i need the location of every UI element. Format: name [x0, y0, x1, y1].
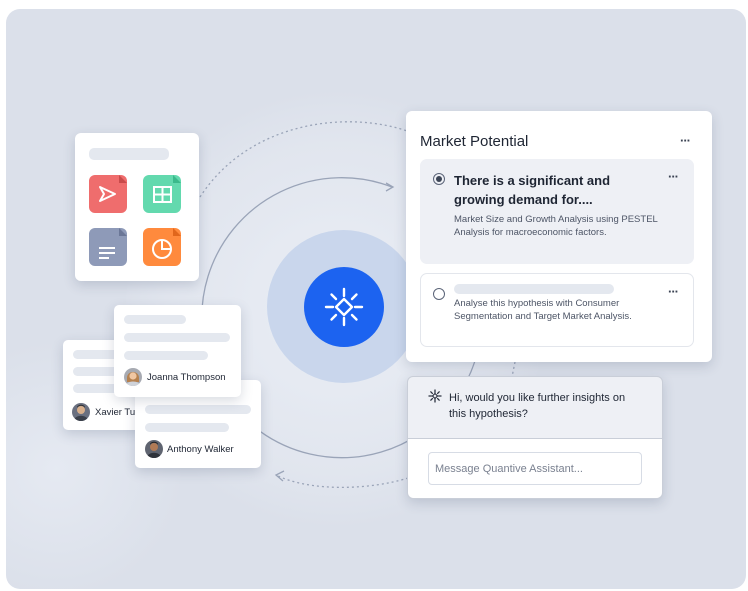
spreadsheet-file-icon[interactable] [143, 175, 181, 213]
sparkle-icon [428, 389, 442, 408]
document-file-icon[interactable] [89, 228, 127, 266]
text-placeholder [145, 423, 229, 432]
quantive-logo-icon [324, 287, 364, 327]
more-horizontal-icon[interactable]: ··· [668, 285, 679, 298]
avatar [72, 403, 90, 421]
text-placeholder [124, 351, 208, 360]
person-card-joanna[interactable]: Joanna Thompson [114, 305, 241, 397]
text-placeholder [124, 315, 186, 324]
person-name: Anthony Walker [167, 444, 234, 455]
assistant-message: Hi, would you like further insights on t… [449, 392, 626, 420]
person-name: Joanna Thompson [147, 372, 226, 383]
assistant-chat-panel: Hi, would you like further insights on t… [407, 376, 663, 499]
hypothesis-title-placeholder [454, 284, 614, 294]
files-card [75, 133, 199, 281]
avatar [145, 440, 163, 458]
chart-file-icon[interactable] [143, 228, 181, 266]
hypothesis-title: There is a significant and growing deman… [454, 173, 611, 207]
message-input[interactable] [428, 452, 642, 485]
avatar [124, 368, 142, 386]
market-potential-panel: Market Potential ··· There is a signific… [406, 111, 712, 362]
hypothesis-description: Analyse this hypothesis with Consumer Se… [454, 298, 632, 322]
hypothesis-option-2[interactable]: ··· Analyse this hypothesis with Consume… [420, 273, 694, 347]
hypothesis-option-1[interactable]: There is a significant and growing deman… [420, 159, 694, 264]
quantive-logo [304, 267, 384, 347]
text-placeholder [145, 405, 251, 414]
more-horizontal-icon[interactable]: ··· [680, 134, 691, 147]
radio-selected[interactable] [433, 173, 445, 185]
radio-unselected[interactable] [433, 288, 445, 300]
panel-title: Market Potential [420, 133, 529, 150]
hypothesis-description: Market Size and Growth Analysis using PE… [454, 214, 658, 238]
file-card-header-placeholder [89, 148, 169, 160]
text-placeholder [124, 333, 230, 342]
pdf-file-icon[interactable] [89, 175, 127, 213]
more-horizontal-icon[interactable]: ··· [668, 170, 679, 183]
